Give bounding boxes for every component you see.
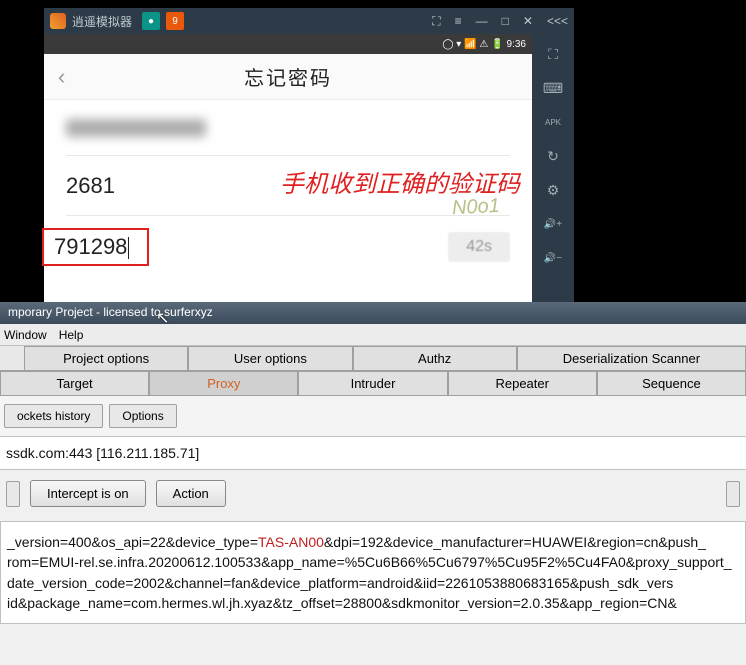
badge-teal-icon[interactable]: ● <box>142 12 160 30</box>
close-button[interactable]: ✕ <box>523 14 533 29</box>
keyboard-icon[interactable]: ⌨ <box>543 78 563 98</box>
resend-countdown: 42s <box>448 232 510 262</box>
status-time: 9:36 <box>507 39 526 50</box>
tab-project-options[interactable]: Project options <box>24 346 188 370</box>
intercept-toggle-button[interactable]: Intercept is on <box>30 480 146 507</box>
req-line-1: _version=400&os_api=22&device_type=TAS-A… <box>7 532 739 552</box>
burp-menubar: Window Help <box>0 324 746 346</box>
req-line-2: rom=EMUI-rel.se.infra.20200612.100533&ap… <box>7 552 739 572</box>
badge-orange-icon[interactable]: 9 <box>166 12 184 30</box>
subtab-options[interactable]: Options <box>109 404 176 428</box>
intercept-button-row: Intercept is on Action <box>0 470 746 517</box>
back-icon[interactable]: ‹ <box>58 64 65 90</box>
minimize-button[interactable]: — <box>476 14 488 29</box>
maximize-button[interactable]: □ <box>502 14 509 29</box>
burp-window: mporary Project - licensed to surferxyz … <box>0 302 746 665</box>
request-body[interactable]: _version=400&os_api=22&device_type=TAS-A… <box>0 521 746 624</box>
volume-up-icon[interactable]: 🔊+ <box>543 214 563 234</box>
app-header: ‹ 忘记密码 <box>44 54 532 100</box>
action-button[interactable]: Action <box>156 480 226 507</box>
tab-repeater[interactable]: Repeater <box>448 371 597 395</box>
blurred-phone-icon <box>66 119 206 137</box>
phone-number-field[interactable] <box>66 100 510 156</box>
emulator-titlebar[interactable]: 逍遥模拟器 ● 9 ⛶ ≡ — □ ✕ <<< <box>44 8 574 34</box>
emulator-window-buttons: ⛶ ≡ — □ ✕ <<< <box>432 14 568 29</box>
menu-button[interactable]: ≡ <box>455 14 462 29</box>
annotation-text: 手机收到正确的验证码 <box>280 164 520 199</box>
main-tab-row: Target Proxy Intruder Repeater Sequence <box>0 371 746 396</box>
more-button[interactable]: <<< <box>547 14 568 29</box>
emulator-window: 逍遥模拟器 ● 9 ⛶ ≡ — □ ✕ <<< ◯ ▾ 📶 ⚠ 🔋 9:36 ‹… <box>44 8 574 302</box>
settings-icon[interactable]: ⚙ <box>543 180 563 200</box>
android-status-bar: ◯ ▾ 📶 ⚠ 🔋 9:36 <box>44 34 532 54</box>
burp-titlebar[interactable]: mporary Project - licensed to surferxyz <box>0 302 746 324</box>
tab-authz[interactable]: Authz <box>353 346 517 370</box>
focus-button[interactable]: ⛶ <box>432 14 440 29</box>
page-title: 忘记密码 <box>244 62 332 91</box>
emulator-title: 逍遥模拟器 <box>72 13 132 30</box>
captcha-row: 2681 手机收到正确的验证码 N0o1 <box>66 156 510 216</box>
tab-deserialization-scanner[interactable]: Deserialization Scanner <box>517 346 746 370</box>
emulator-logo-icon <box>50 13 66 29</box>
proxy-subtabs: ockets history Options <box>0 396 746 436</box>
emulator-badges: ● 9 <box>142 12 184 30</box>
tab-target[interactable]: Target <box>0 371 149 395</box>
phone-screen: ◯ ▾ 📶 ⚠ 🔋 9:36 ‹ 忘记密码 2681 手机收到正确的验证码 N0… <box>44 34 532 302</box>
subtab-websockets-history[interactable]: ockets history <box>4 404 103 428</box>
req-line-3: date_version_code=2002&channel=fan&devic… <box>7 573 739 593</box>
menu-help[interactable]: Help <box>59 328 84 342</box>
tab-proxy[interactable]: Proxy <box>149 371 298 395</box>
prev-button[interactable] <box>6 481 20 507</box>
req-line-4: id&package_name=com.hermes.wl.jh.xyaz&tz… <box>7 593 739 613</box>
tab-sequencer[interactable]: Sequence <box>597 371 746 395</box>
apk-icon[interactable]: APK <box>543 112 563 132</box>
sms-code-input[interactable]: 791298 <box>42 228 149 266</box>
status-icons: ◯ ▾ 📶 ⚠ 🔋 <box>442 39 503 50</box>
captcha-input-value[interactable]: 2681 <box>66 173 115 199</box>
tab-intruder[interactable]: Intruder <box>298 371 447 395</box>
rotate-icon[interactable]: ↻ <box>543 146 563 166</box>
tab-user-options[interactable]: User options <box>188 346 352 370</box>
request-host-line: ssdk.com:443 [116.211.185.71] <box>0 436 746 470</box>
menu-window[interactable]: Window <box>4 328 47 342</box>
volume-down-icon[interactable]: 🔊− <box>543 248 563 268</box>
sms-code-row: 791298 42s <box>66 216 510 266</box>
fullscreen-icon[interactable]: ⛶ <box>543 44 563 64</box>
next-button[interactable] <box>726 481 740 507</box>
top-tab-row: Project options User options Authz Deser… <box>0 346 746 371</box>
emulator-sidebar: ⛶ ⌨ APK ↻ ⚙ 🔊+ 🔊− <box>532 34 574 302</box>
